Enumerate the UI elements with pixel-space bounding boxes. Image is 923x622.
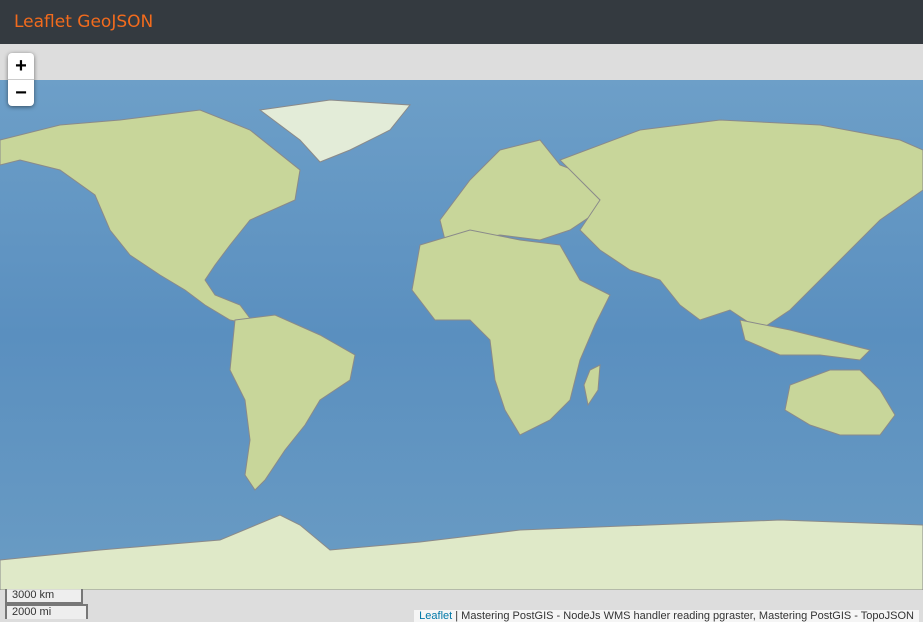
attribution-separator: |: [452, 610, 462, 622]
zoom-out-button[interactable]: −: [8, 79, 34, 106]
scale-metric: 3000 km: [5, 589, 83, 604]
page-title: Leaflet GeoJSON: [14, 12, 154, 32]
attribution-text: Mastering PostGIS - NodeJs WMS handler r…: [461, 610, 914, 622]
zoom-control: + −: [8, 53, 34, 106]
attribution: Leaflet | Mastering PostGIS - NodeJs WMS…: [414, 610, 919, 622]
zoom-in-button[interactable]: +: [8, 53, 34, 79]
scale-imperial: 2000 mi: [5, 604, 88, 619]
app-header: Leaflet GeoJSON: [0, 0, 923, 44]
world-map[interactable]: [0, 80, 923, 590]
leaflet-link[interactable]: Leaflet: [419, 610, 452, 622]
